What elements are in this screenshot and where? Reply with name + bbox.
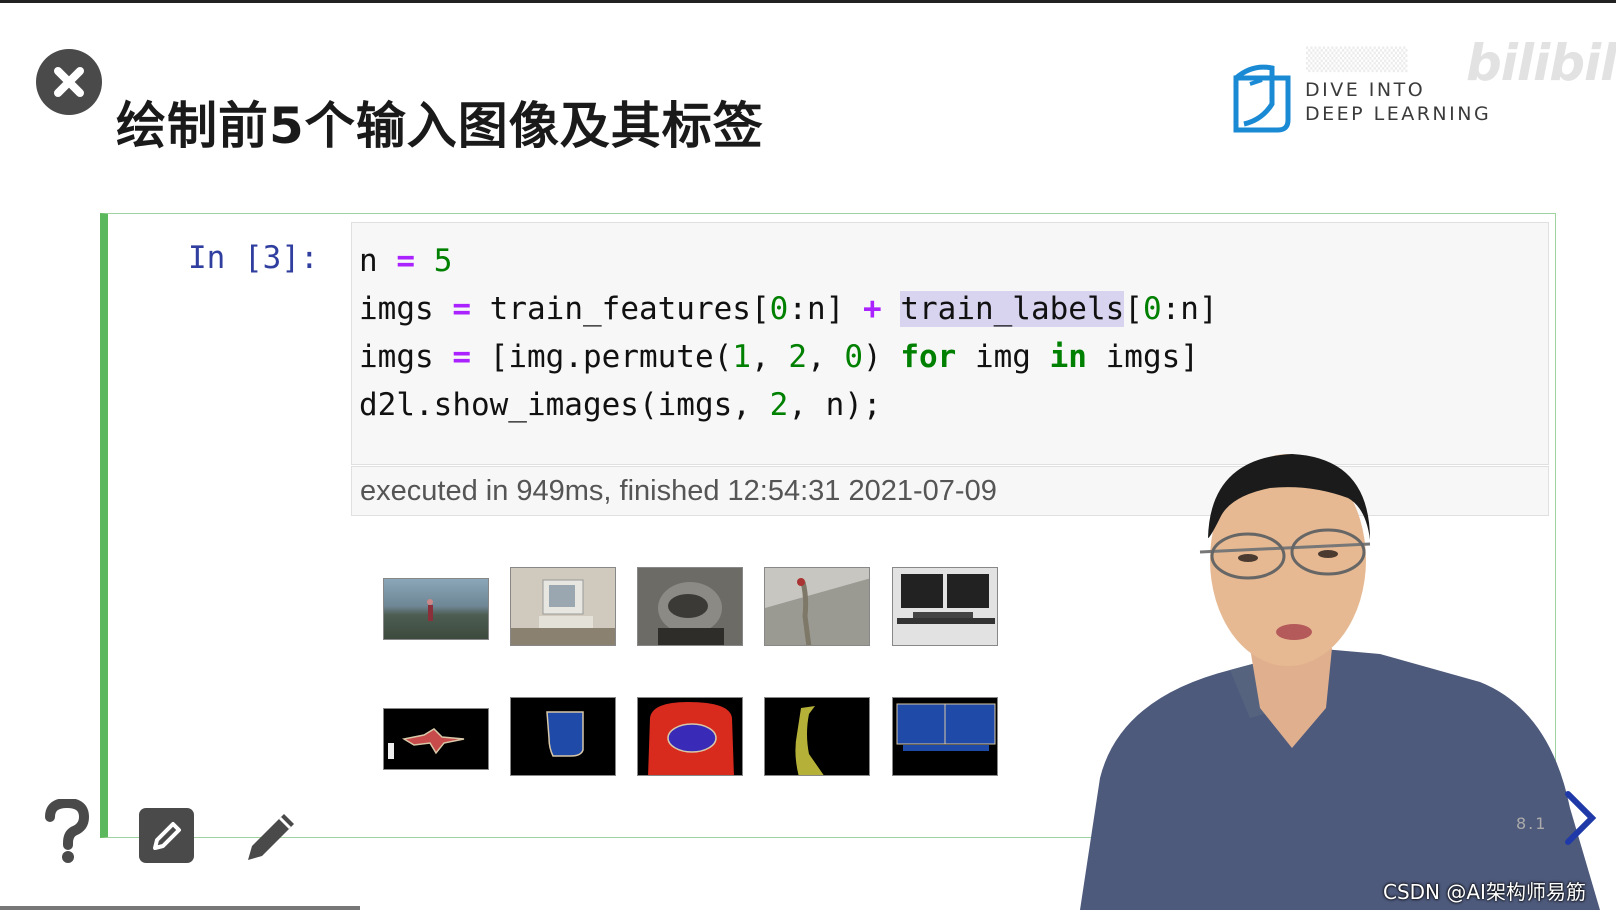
feature-image-1 [383,578,489,640]
code-line-1[interactable]: n = 5 [359,243,452,279]
close-button[interactable] [36,49,102,115]
logo-line-1: DIVE INTO [1305,79,1426,101]
slide-progress-bar [0,906,360,910]
label-image-2 [510,697,616,776]
edit-notes-button[interactable] [139,808,194,863]
feature-image-4 [764,567,870,646]
d2l-logo: DIVE INTO DEEP LEARNING [1232,64,1532,140]
feature-image-2 [510,567,616,646]
help-icon[interactable] [44,799,90,865]
logo-line-2: DEEP LEARNING [1305,103,1492,125]
pencil-icon[interactable] [242,806,302,866]
feature-image-5 [892,567,998,646]
label-image-3 [637,697,743,776]
code-line-3[interactable]: imgs = [img.permute(1, 2, 0) for img in … [359,339,1199,375]
label-image-1 [383,708,489,770]
book-logo-icon [1233,64,1291,133]
slide-title: 绘制前5个输入图像及其标签 [116,97,764,155]
code-line-2[interactable]: imgs = train_features[0:n] + train_label… [359,291,1218,327]
label-image-4 [764,697,870,776]
top-border [0,0,1616,3]
chevron-right-icon[interactable] [1560,788,1600,848]
slide-number: 8.1 [1516,814,1548,833]
csdn-watermark: CSDN @AI架构师易筋 [1383,880,1586,904]
cell-prompt: In [3]: [188,240,319,276]
label-image-5 [892,697,998,776]
highlighted-token: train_labels [900,291,1125,327]
close-icon [54,67,84,97]
code-line-4[interactable]: d2l.show_images(imgs, 2, n); [359,387,882,423]
execution-info: executed in 949ms, finished 12:54:31 202… [360,475,997,507]
edit-icon [152,821,181,850]
feature-image-3 [637,567,743,646]
presenter-video [1080,454,1600,910]
